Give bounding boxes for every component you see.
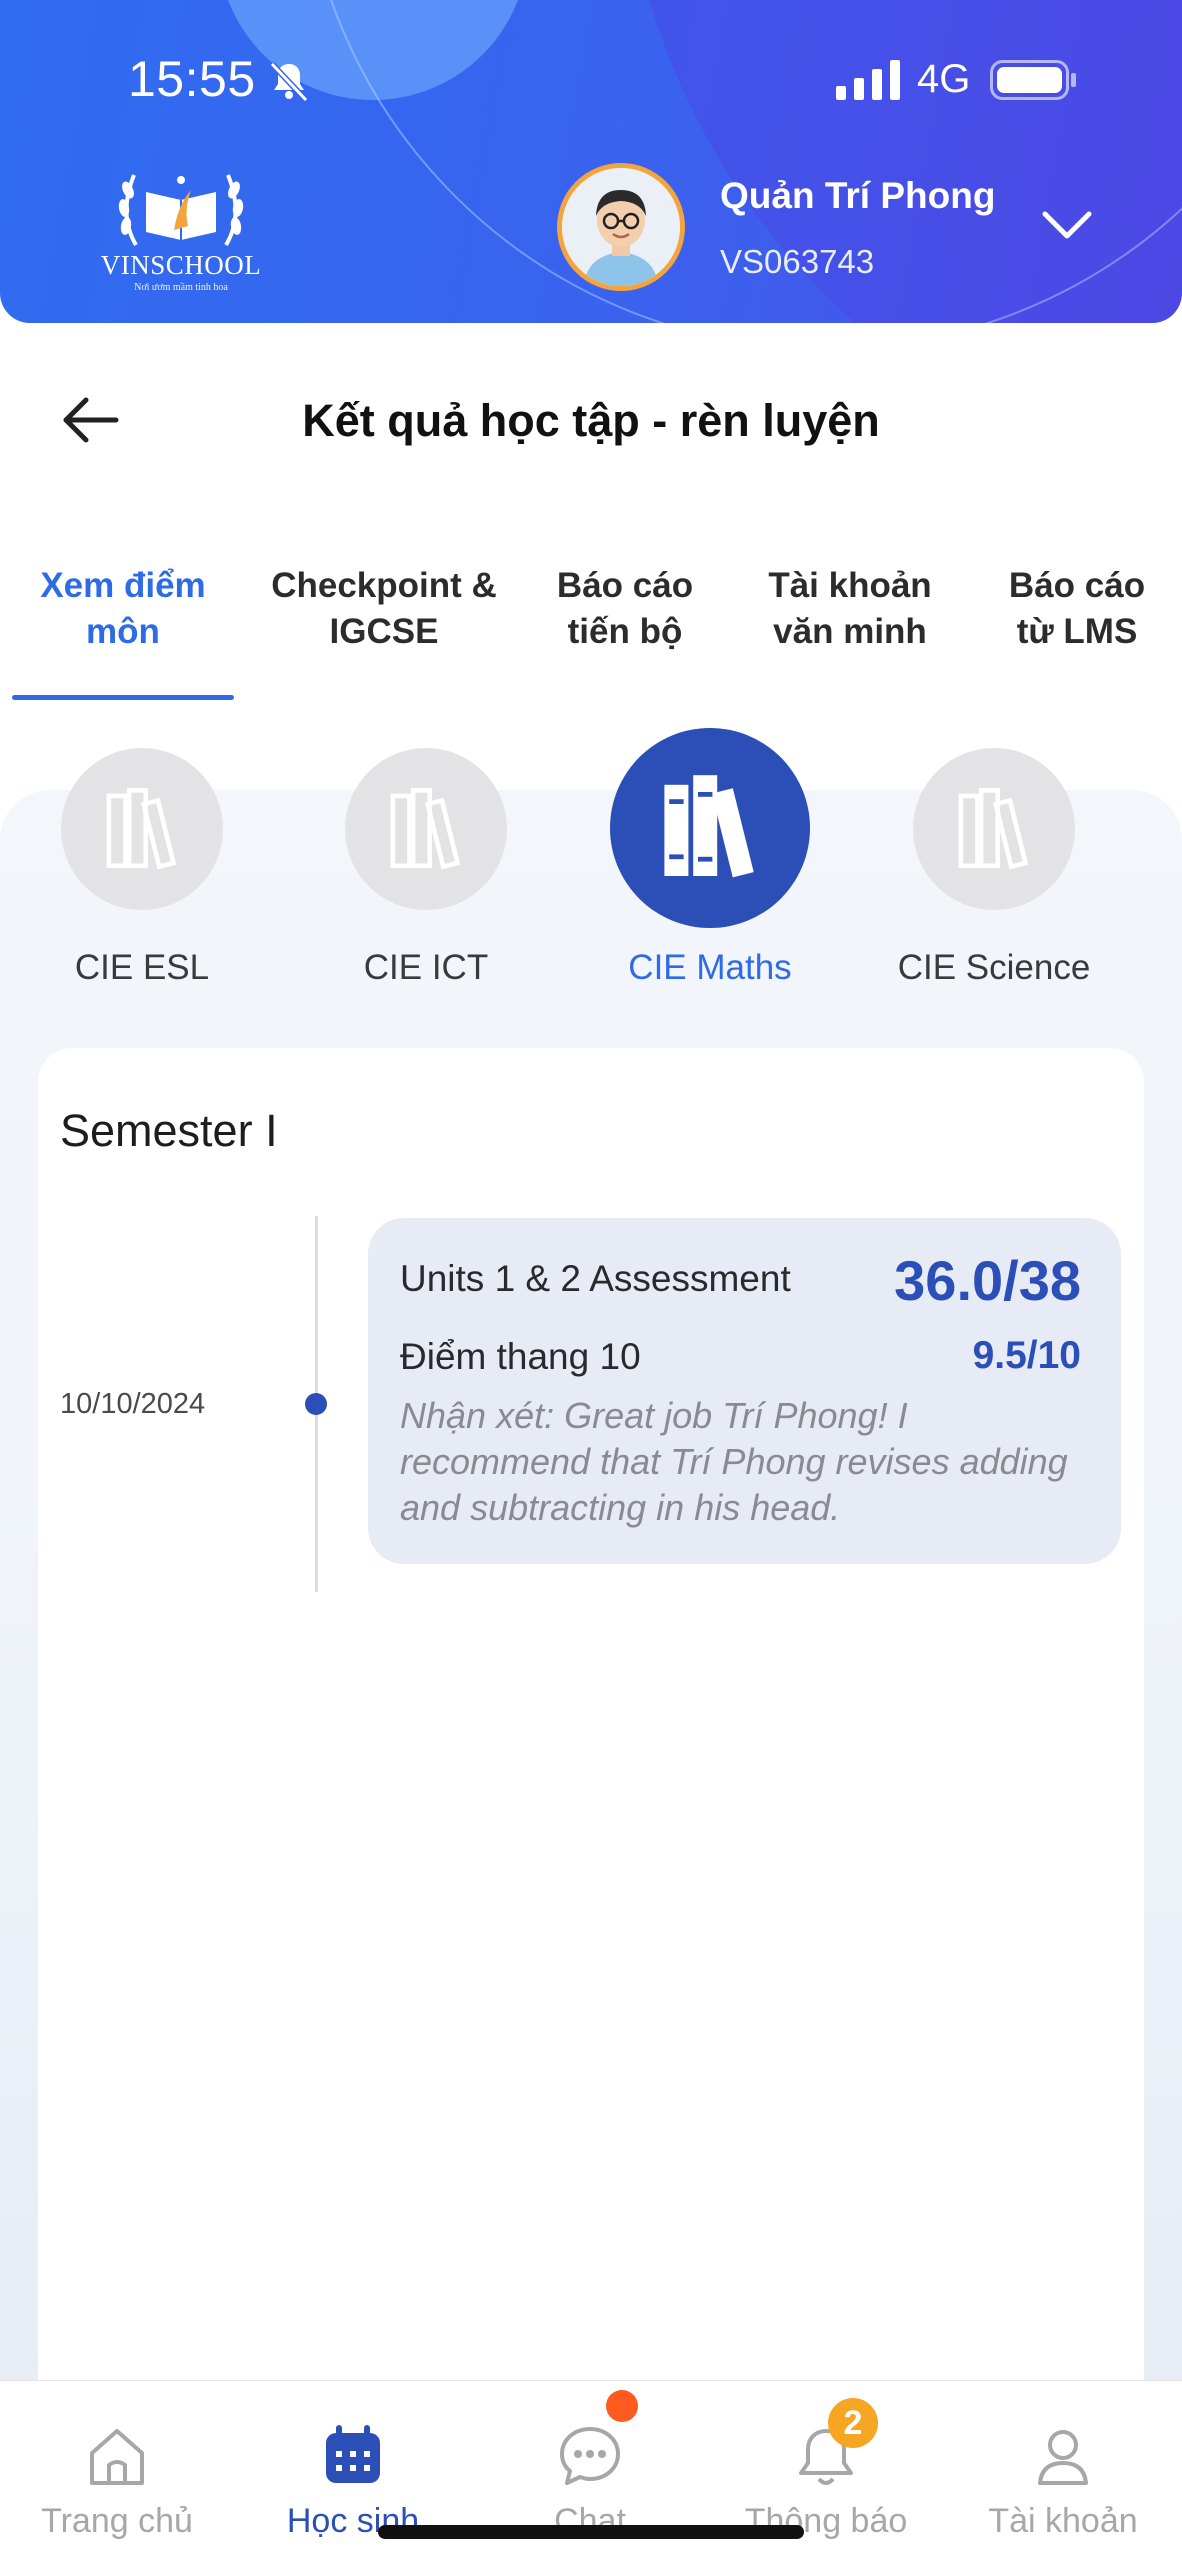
books-icon: [106, 788, 177, 870]
status-time: 15:55: [128, 51, 256, 107]
tab-label: Tài khoản văn minh: [768, 566, 932, 651]
tab-checkpoint-igcse[interactable]: Checkpoint & IGCSE: [268, 563, 500, 655]
tab-bao-cao-tu-lms[interactable]: Báo cáo từ LMS: [988, 563, 1166, 655]
subject-icon-circle: [913, 748, 1075, 910]
home-icon: [90, 2429, 144, 2485]
chat-unread-dot: [606, 2390, 638, 2422]
chevron-down-icon[interactable]: [1040, 206, 1094, 246]
subject-label: CIE Maths: [628, 948, 792, 987]
user-name: Quản Trí Phong: [720, 175, 996, 216]
subject-icon-circle: [345, 748, 507, 910]
subject-cie-maths[interactable]: CIE Maths: [590, 728, 830, 988]
subject-icon-circle: [61, 748, 223, 910]
home-indicator: [378, 2525, 804, 2539]
nav-chat[interactable]: Chat: [475, 2421, 705, 2541]
tab-label: Báo cáo tiến bộ: [556, 566, 694, 651]
subject-label: CIE ESL: [74, 948, 210, 987]
books-icon: [390, 788, 461, 870]
semester-title: Semester I: [60, 1105, 278, 1156]
tab-label: Checkpoint & IGCSE: [271, 566, 497, 651]
timeline-dot: [305, 1393, 327, 1415]
logo-emblem-icon: [118, 174, 244, 247]
subject-cie-ict[interactable]: CIE ICT: [306, 748, 546, 988]
monthly-score-label: Điểm thang 10: [400, 1336, 641, 1377]
school-logo: VINSCHOOL Nơi ươm mầm tinh hoa: [96, 160, 266, 300]
tab-bao-cao-tien-bo[interactable]: Báo cáo tiến bộ: [530, 563, 720, 655]
entry-date: 10/10/2024: [60, 1388, 206, 1420]
nav-label: Trang chủ: [41, 2502, 193, 2540]
subject-cie-esl[interactable]: CIE ESL: [22, 748, 262, 988]
subject-label: CIE Science: [897, 948, 1091, 987]
logo-brand: VINSCHOOL: [100, 250, 262, 280]
chat-icon: [560, 2427, 620, 2485]
user-icon: [1038, 2430, 1088, 2485]
books-icon: [664, 775, 754, 878]
subject-cie-science[interactable]: CIE Science: [874, 748, 1114, 988]
student-photo: [562, 168, 680, 286]
nav-tai-khoan[interactable]: Tài khoản: [948, 2421, 1178, 2541]
tab-label: Xem điểm môn: [40, 566, 206, 651]
tab-active-indicator: [12, 695, 234, 700]
tab-xem-diem-mon[interactable]: Xem điểm môn: [14, 563, 232, 655]
teacher-comment: Nhận xét: Great job Trí Phong! I recomme…: [400, 1395, 1068, 1528]
app-header: 15:55 4G VINSCHOOL Nơi ươm mầm tinh hoa …: [0, 0, 1182, 323]
logo-tagline: Nơi ươm mầm tinh hoa: [134, 282, 228, 293]
books-icon: [958, 788, 1029, 870]
assessment-title: Units 1 & 2 Assessment: [400, 1258, 791, 1299]
calendar-icon: [326, 2425, 380, 2483]
network-label: 4G: [917, 57, 971, 101]
notification-badge: 2: [828, 2398, 878, 2448]
assessment-result-card[interactable]: Units 1 & 2 Assessment 36.0/38 Điểm than…: [368, 1218, 1121, 1564]
avatar[interactable]: [557, 163, 685, 291]
assessment-score: 36.0/38: [894, 1249, 1081, 1312]
subject-icon-circle: [610, 728, 810, 928]
nav-trang-chu[interactable]: Trang chủ: [2, 2421, 232, 2541]
signal-icon: [836, 60, 900, 100]
subject-label: CIE ICT: [363, 948, 489, 987]
nav-thong-bao[interactable]: Thông báo: [711, 2421, 941, 2541]
tab-label: Báo cáo từ LMS: [1008, 566, 1146, 651]
user-id: VS063743: [720, 243, 875, 280]
nav-label: Tài khoản: [988, 2502, 1138, 2540]
tab-bar: Xem điểm môn Checkpoint & IGCSE Báo cáo …: [0, 555, 1182, 705]
tab-tai-khoan-van-minh[interactable]: Tài khoản văn minh: [752, 563, 948, 655]
monthly-score: 9.5/10: [972, 1334, 1081, 1377]
bell-off-icon: [269, 61, 309, 103]
battery-icon: [990, 60, 1076, 100]
page-title: Kết quả học tập - rèn luyện: [302, 395, 880, 446]
nav-hoc-sinh[interactable]: Học sinh: [238, 2421, 468, 2541]
